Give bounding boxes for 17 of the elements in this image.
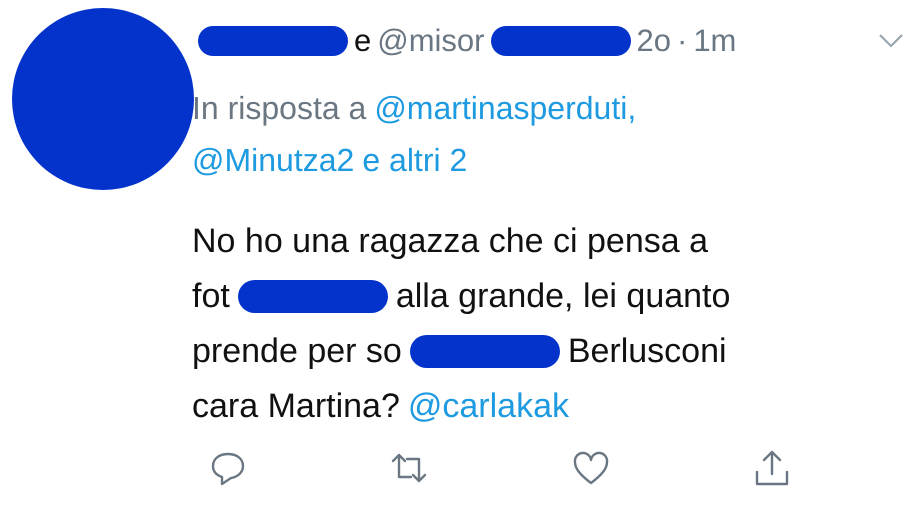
reply-label: In risposta a [192,90,366,126]
mention-link[interactable]: e altri 2 [362,142,468,178]
author-handle: · [676,23,688,59]
mention-link[interactable]: @carlakak [408,387,569,426]
chevron-down-icon[interactable] [878,33,904,49]
author-handle: 1m [693,23,736,59]
mention-link[interactable]: @Minutza2 [192,142,354,178]
tweet-text: alla grande, lei quanto [396,277,730,316]
tweet-text: cara Martina? [192,387,400,426]
tweet-text: No ho una ragazza che ci pensa a [192,222,708,261]
mention-link[interactable]: @martinasperduti, [374,90,636,126]
tweet-text: Berlusconi [568,332,727,371]
author-handle: 2o [636,23,671,59]
tweet-text: prende per so [192,332,402,371]
tweet-text: fot [192,277,230,316]
author-name: e [354,23,372,59]
author-handle: @misor [377,23,484,59]
